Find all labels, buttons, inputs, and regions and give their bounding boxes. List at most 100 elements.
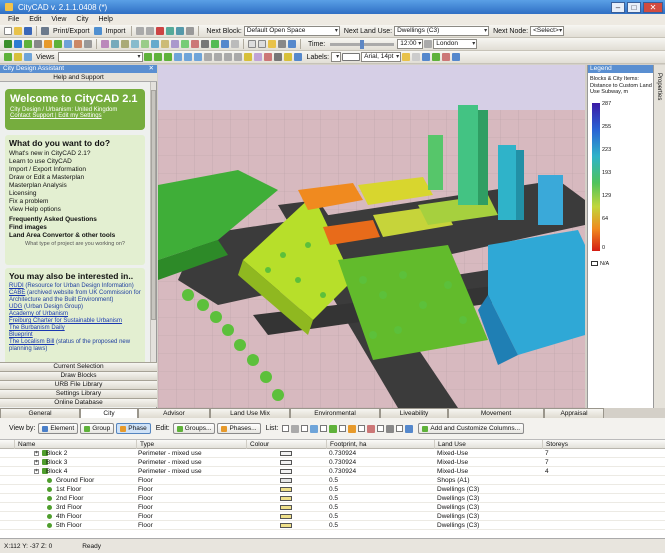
tab-general[interactable]: General	[0, 408, 80, 418]
list-filter-checkbox[interactable]	[396, 425, 404, 432]
red-icon[interactable]	[263, 53, 272, 61]
also-link[interactable]: RUDI	[9, 283, 24, 289]
view-by-element-button[interactable]: Element	[38, 423, 79, 434]
wire-icon[interactable]	[201, 40, 209, 48]
star-icon[interactable]	[14, 53, 22, 61]
column-header-footprint[interactable]: Footprint, ha	[326, 440, 434, 449]
refresh-icon[interactable]	[231, 40, 239, 48]
list-filter-checkbox[interactable]	[339, 425, 347, 432]
table-row[interactable]: 3rd Floor Floor 0.5 Dwellings (C3)	[0, 503, 665, 512]
label-colour-swatch[interactable]	[342, 53, 361, 61]
eye-icon[interactable]	[293, 53, 302, 61]
zoom-out-icon[interactable]	[163, 53, 172, 61]
fill-icon[interactable]	[191, 40, 199, 48]
info-icon[interactable]	[452, 53, 461, 61]
also-link[interactable]: The Burbanism Daily	[9, 325, 65, 331]
tab-appraisal[interactable]: Appraisal	[544, 408, 604, 418]
next-block-select[interactable]: Default Open Space	[243, 26, 340, 36]
menu-help[interactable]: Help	[93, 16, 117, 23]
south-icon[interactable]	[213, 53, 222, 61]
column-header-colour[interactable]: Colour	[246, 440, 326, 449]
label-icon[interactable]	[258, 40, 266, 48]
import-button[interactable]: Import	[106, 28, 126, 35]
time-slider[interactable]	[330, 39, 395, 49]
table-row[interactable]: + Block 3 Perimeter - mixed use 0.730924 Mix…	[0, 458, 665, 467]
menu-edit[interactable]: Edit	[24, 16, 46, 23]
what-item[interactable]: Fix a problem	[9, 198, 141, 206]
column-header-storeys[interactable]: Storeys	[542, 440, 665, 449]
panel-tab-settings-library[interactable]: Settings Library	[0, 389, 157, 398]
copy-icon[interactable]	[166, 27, 175, 35]
shadow-icon[interactable]	[171, 40, 179, 48]
what-item[interactable]: Draw or Edit a Masterplan	[9, 174, 141, 182]
expand-icon[interactable]: +	[34, 469, 39, 474]
west-icon[interactable]	[233, 53, 242, 61]
view-plan-icon[interactable]	[151, 40, 159, 48]
also-link[interactable]: UDG	[9, 304, 22, 310]
column-header-type[interactable]: Type	[136, 440, 246, 449]
highlight-icon[interactable]	[268, 40, 276, 48]
minimize-button[interactable]: –	[611, 1, 625, 13]
what-item[interactable]: Licensing	[9, 190, 141, 198]
tab-advisor[interactable]: Advisor	[138, 408, 210, 418]
camera-icon[interactable]	[131, 40, 139, 48]
table-row[interactable]: 2nd Floor Floor 0.5 Dwellings (C3)	[0, 494, 665, 503]
column-header-land-use[interactable]: Land Use	[434, 440, 542, 449]
table-row[interactable]: 5th Floor Floor 0.5 Dwellings (C3)	[0, 521, 665, 530]
table-row[interactable]: 1st Floor Floor 0.5 Dwellings (C3)	[0, 485, 665, 494]
location-select[interactable]: London	[433, 39, 478, 49]
list-filter-checkbox[interactable]	[377, 425, 385, 432]
row-colour-swatch[interactable]	[280, 451, 292, 456]
view-by-group-button[interactable]: Group	[80, 423, 115, 434]
building-icon[interactable]	[74, 40, 82, 48]
tab-liveability[interactable]: Liveability	[380, 408, 448, 418]
list-filter-checkbox[interactable]	[320, 425, 328, 432]
what-item[interactable]: View Help options	[9, 206, 141, 214]
green-arrow-icon[interactable]	[4, 53, 12, 61]
green-view-icon[interactable]	[211, 40, 219, 48]
what-bold-item[interactable]: Find images	[9, 224, 141, 232]
terrain-icon[interactable]	[181, 40, 189, 48]
pointer-icon[interactable]	[14, 40, 22, 48]
labels-select[interactable]	[331, 52, 342, 62]
what-item[interactable]: What's new in CityCAD 2.1?	[9, 150, 141, 158]
north-icon[interactable]	[203, 53, 212, 61]
paste-icon[interactable]	[176, 27, 185, 35]
row-colour-swatch[interactable]	[280, 469, 292, 474]
list-filter-checkbox[interactable]	[301, 425, 309, 432]
pan-icon[interactable]	[183, 53, 192, 61]
text-icon[interactable]	[248, 40, 256, 48]
draw-node-icon[interactable]	[4, 40, 12, 48]
zoom-in-icon[interactable]	[153, 53, 162, 61]
grid-icon[interactable]	[111, 40, 119, 48]
table-row[interactable]: + Block 2 Perimeter - mixed use 0.730924 Mix…	[0, 449, 665, 458]
snap-icon[interactable]	[121, 40, 129, 48]
column-header-name[interactable]: Name	[14, 440, 136, 449]
plus-icon[interactable]	[432, 53, 441, 61]
also-link[interactable]: The Localism Bill	[9, 339, 54, 345]
row-colour-swatch[interactable]	[280, 523, 292, 528]
panel-scrollbar[interactable]	[150, 82, 156, 362]
bold-icon[interactable]	[402, 53, 411, 61]
tree-icon[interactable]	[54, 40, 62, 48]
panel-close-icon[interactable]: ✕	[149, 65, 154, 73]
table-row[interactable]: Ground Floor Floor 0.5 Shops (A1)	[0, 476, 665, 485]
chart-icon[interactable]	[288, 40, 296, 48]
delete-icon[interactable]	[156, 27, 165, 35]
font-select[interactable]: Arial, 14pt	[361, 52, 402, 62]
maximize-button[interactable]: □	[627, 1, 641, 13]
what-bold-item[interactable]: Land Area Convertor & other tools	[9, 232, 141, 240]
scrollbar-thumb[interactable]	[151, 90, 156, 320]
view-by-phase-button[interactable]: Phase	[116, 423, 151, 434]
new-file-icon[interactable]	[4, 27, 12, 35]
panel-tab-online-database[interactable]: Online Database	[0, 398, 157, 407]
menu-city[interactable]: City	[71, 16, 93, 23]
fit-icon[interactable]	[143, 53, 152, 61]
row-colour-swatch[interactable]	[280, 460, 292, 465]
italic-icon[interactable]	[412, 53, 421, 61]
tab-movement[interactable]: Movement	[448, 408, 544, 418]
block-icon[interactable]	[64, 40, 72, 48]
undo-icon[interactable]	[136, 27, 145, 35]
minus-icon[interactable]	[442, 53, 451, 61]
expand-icon[interactable]: +	[34, 451, 39, 456]
